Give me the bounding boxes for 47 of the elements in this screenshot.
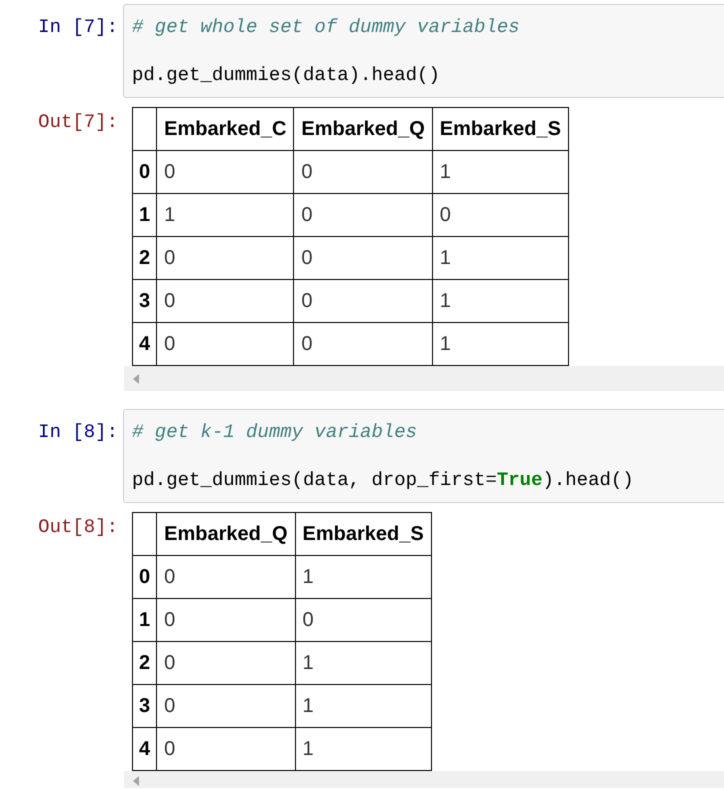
row-index-cell: 1	[132, 598, 157, 642]
table-cell: 1	[295, 684, 432, 728]
table-cell: 0	[156, 236, 294, 280]
horizontal-scrollbar[interactable]	[124, 771, 724, 788]
column-header: Embarked_Q	[156, 512, 296, 556]
code-line: pd.get_dummies(data, drop_first=True).head()	[132, 468, 634, 492]
row-index-cell: 2	[132, 642, 157, 684]
output-prompt: Out[8]:	[38, 515, 118, 539]
row-index-cell: 0	[132, 150, 157, 194]
table-cell: 0	[156, 556, 296, 598]
row-index-cell: 1	[132, 194, 157, 236]
scroll-left-arrow-icon[interactable]	[133, 374, 139, 384]
table-cell: 1	[156, 194, 294, 236]
input-prompt: In [7]:	[38, 15, 118, 39]
column-header: Embarked_S	[432, 108, 568, 150]
input-prompt: In [8]:	[38, 420, 118, 444]
table-cell: 1	[432, 150, 568, 194]
code-line: # get k-1 dummy variables	[132, 420, 418, 444]
table-cell: 0	[156, 150, 294, 194]
column-header: Embarked_S	[295, 512, 432, 556]
table-cell: 0	[156, 684, 296, 728]
code-line: # get whole set of dummy variables	[132, 15, 520, 39]
table-cell: 1	[295, 556, 432, 598]
row-index-cell: 2	[132, 236, 157, 280]
table-cell: 0	[294, 150, 432, 194]
horizontal-scrollbar[interactable]	[124, 366, 724, 391]
table-cell: 1	[432, 236, 568, 280]
code-line: pd.get_dummies(data).head()	[132, 63, 440, 87]
table-cell: 0	[295, 598, 432, 642]
row-index-cell: 3	[132, 684, 157, 728]
column-header: Embarked_C	[156, 108, 294, 150]
output-prompt: Out[7]:	[38, 110, 118, 134]
table-cell: 0	[294, 236, 432, 280]
column-header: Embarked_Q	[294, 108, 432, 150]
code-input-box[interactable]: # get k-1 dummy variables pd.get_dummies(data, drop_first=True).head()	[123, 409, 724, 503]
table-cell: 0	[156, 280, 294, 322]
table-cell: 1	[295, 642, 432, 684]
row-index-cell: 3	[132, 280, 157, 322]
table-cell: 0	[156, 642, 296, 684]
scroll-left-arrow-icon[interactable]	[133, 776, 139, 786]
code-input-box[interactable]: # get whole set of dummy variables pd.get_dummies(data).head()	[123, 4, 724, 98]
row-index-cell: 0	[132, 556, 157, 598]
table-cell: 0	[432, 194, 568, 236]
table-cell: 0	[156, 598, 296, 642]
table-cell: 0	[294, 280, 432, 322]
table-cell: 0	[294, 194, 432, 236]
table-cell: 1	[432, 280, 568, 322]
